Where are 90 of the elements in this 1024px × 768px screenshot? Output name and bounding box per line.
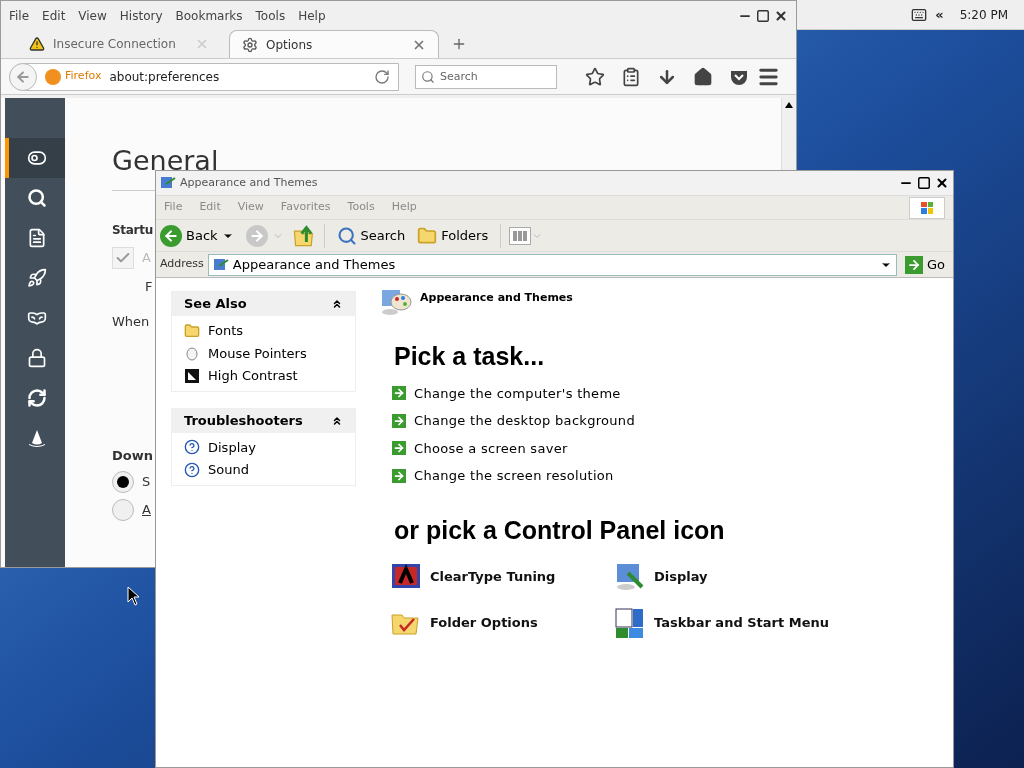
windows-logo-icon	[909, 196, 945, 219]
option-label: When	[112, 313, 150, 331]
pane-link[interactable]: Fonts	[184, 321, 343, 341]
close-icon[interactable]	[774, 9, 788, 23]
pane-link[interactable]: Display	[184, 437, 343, 457]
pane-link[interactable]: Sound	[184, 460, 343, 480]
search-icon	[421, 69, 435, 84]
go-button[interactable]: Go	[900, 254, 949, 275]
control-panel-link[interactable]: Folder Options	[390, 607, 614, 639]
section-heading: Startu	[112, 221, 153, 239]
browser-tab[interactable]: Insecure Connection	[9, 30, 229, 58]
search-field[interactable]: Search	[415, 64, 557, 89]
address-field[interactable]: Appearance and Themes	[207, 253, 897, 276]
task-link[interactable]: Change the computer's theme	[392, 383, 953, 403]
hat-icon	[27, 428, 47, 448]
views-icon	[509, 226, 532, 245]
search-icon	[27, 188, 47, 208]
address-bar[interactable]: Firefox about:preferences	[9, 62, 399, 91]
menu-item[interactable]: Edit	[42, 7, 66, 25]
menu-item[interactable]: Bookmarks	[175, 7, 243, 25]
back-icon	[15, 68, 31, 85]
menu-item[interactable]: View	[78, 7, 107, 25]
menu-item[interactable]: Help	[298, 7, 326, 25]
search-button[interactable]: Search	[332, 225, 410, 246]
up-folder-icon[interactable]	[291, 223, 316, 248]
home-icon[interactable]	[693, 66, 713, 87]
radio-label: A	[142, 501, 151, 520]
mouse-icon	[184, 345, 200, 362]
radio-button[interactable]	[112, 499, 134, 521]
task-link[interactable]: Choose a screen saver	[392, 438, 953, 458]
pane-link[interactable]: High Contrast	[184, 366, 343, 386]
window-title: Appearance and Themes	[180, 174, 319, 191]
icon-heading: or pick a Control Panel icon	[394, 514, 726, 546]
checkbox-label: A	[142, 248, 151, 267]
radio-button[interactable]	[112, 471, 134, 493]
url-field[interactable]: about:preferences	[109, 67, 374, 86]
menu-item[interactable]: History	[119, 7, 163, 25]
document-icon	[27, 228, 47, 248]
page-title: General	[112, 145, 219, 176]
task-link[interactable]: Change the desktop background	[392, 411, 953, 431]
help-icon	[184, 461, 200, 478]
reload-icon[interactable]	[374, 68, 390, 85]
control-panel-link[interactable]: ClearType Tuning	[390, 561, 614, 593]
window-icon	[160, 175, 176, 191]
section-heading: Down	[112, 446, 153, 465]
keyboard-icon[interactable]	[911, 6, 928, 23]
firefox-logo-icon	[45, 68, 61, 85]
radio-label: S	[142, 473, 151, 492]
option-label: F	[145, 277, 153, 296]
new-tab-icon[interactable]	[451, 36, 467, 52]
pane-link[interactable]: Mouse Pointers	[184, 343, 343, 363]
help-icon	[184, 439, 200, 456]
folder-icon	[417, 225, 438, 246]
pane-header[interactable]: Troubleshooters	[172, 408, 355, 433]
task-link[interactable]: Change the screen resolution	[392, 466, 953, 486]
control-panel-link[interactable]: Taskbar and Start Menu	[614, 607, 854, 639]
warning-icon	[29, 36, 45, 52]
folder-icon	[184, 322, 200, 339]
reading-list-icon[interactable]	[621, 66, 641, 87]
taskbar-icon	[614, 607, 646, 639]
switch-icon	[27, 148, 47, 168]
star-icon[interactable]	[585, 66, 605, 87]
category-title: Appearance and Themes	[420, 290, 573, 306]
monitor-icon	[614, 561, 646, 593]
back-button[interactable]: Back	[160, 224, 238, 247]
mouse-cursor-icon	[127, 586, 139, 606]
search-icon	[336, 225, 357, 246]
clock[interactable]: 5:20 PM	[959, 5, 1008, 24]
maximize-icon[interactable]	[756, 9, 770, 23]
rocket-icon	[27, 268, 47, 288]
contrast-icon	[184, 367, 200, 384]
menu-item[interactable]: File	[9, 7, 30, 25]
category-tab[interactable]	[5, 138, 65, 178]
task-heading: Pick a task...	[394, 341, 546, 372]
browser-tab[interactable]: Options	[229, 30, 439, 58]
lock-icon	[27, 348, 47, 368]
maximize-icon[interactable]	[917, 176, 931, 190]
gear-icon	[242, 36, 258, 53]
sync-icon	[27, 388, 47, 408]
collapse-arrows[interactable]: «	[935, 4, 944, 25]
folders-button[interactable]: Folders	[413, 225, 493, 246]
menu-item[interactable]: Tools	[255, 7, 286, 25]
views-button[interactable]	[509, 226, 544, 245]
close-icon[interactable]	[935, 176, 949, 190]
control-panel-link[interactable]: Display	[614, 561, 854, 593]
window-icon	[212, 256, 229, 273]
address-label: Address	[160, 256, 204, 273]
back-button[interactable]	[9, 62, 37, 91]
scroll-up-icon[interactable]	[785, 102, 793, 108]
pane-header[interactable]: See Also	[172, 292, 355, 316]
